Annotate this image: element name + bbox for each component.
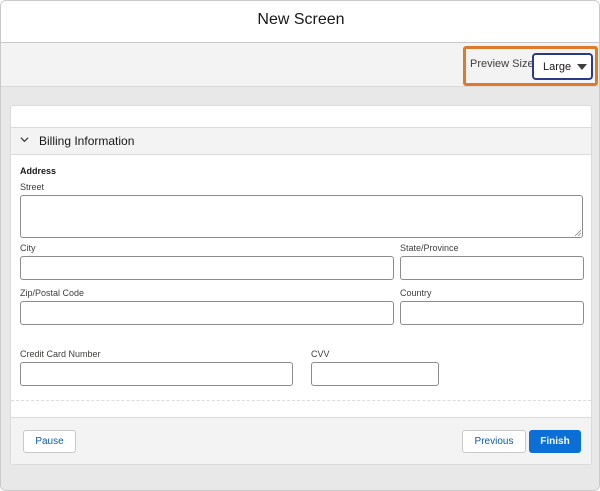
section-divider xyxy=(11,400,591,401)
section-header-billing[interactable]: Billing Information xyxy=(11,127,591,155)
cvv-field[interactable] xyxy=(311,362,439,386)
address-group-label: Address xyxy=(20,166,57,176)
screen-card: Billing Information Address Street City … xyxy=(10,105,592,465)
city-label: City xyxy=(20,243,36,253)
zip-field[interactable] xyxy=(20,301,394,325)
caret-down-icon xyxy=(577,64,587,70)
country-label: Country xyxy=(400,288,432,298)
finish-button[interactable]: Finish xyxy=(529,430,581,453)
preview-canvas: Billing Information Address Street City … xyxy=(1,87,599,490)
preview-size-value: Large xyxy=(543,61,572,73)
cvv-label: CVV xyxy=(311,349,330,359)
card-number-field[interactable] xyxy=(20,362,293,386)
screen-preview-window: New Screen Preview Size Large Billing In… xyxy=(0,0,600,491)
preview-toolbar: Preview Size Large xyxy=(1,43,599,87)
card-number-label: Credit Card Number xyxy=(20,349,101,359)
page-title: New Screen xyxy=(257,11,345,28)
street-field[interactable] xyxy=(20,195,583,238)
state-label: State/Province xyxy=(400,243,459,253)
street-field-wrapper xyxy=(20,195,583,238)
street-label: Street xyxy=(20,182,45,192)
city-field[interactable] xyxy=(20,256,394,280)
chevron-down-icon[interactable] xyxy=(20,135,29,144)
zip-label: Zip/Postal Code xyxy=(20,288,85,298)
screen-footer: Pause Previous Finish xyxy=(11,417,591,464)
preview-size-label: Preview Size xyxy=(470,58,534,70)
modal-header: New Screen xyxy=(1,1,599,43)
preview-size-select[interactable]: Large xyxy=(532,53,593,80)
country-field[interactable] xyxy=(400,301,584,325)
state-field[interactable] xyxy=(400,256,584,280)
pause-button[interactable]: Pause xyxy=(23,430,76,453)
section-title: Billing Information xyxy=(39,134,135,148)
previous-button[interactable]: Previous xyxy=(462,430,526,453)
